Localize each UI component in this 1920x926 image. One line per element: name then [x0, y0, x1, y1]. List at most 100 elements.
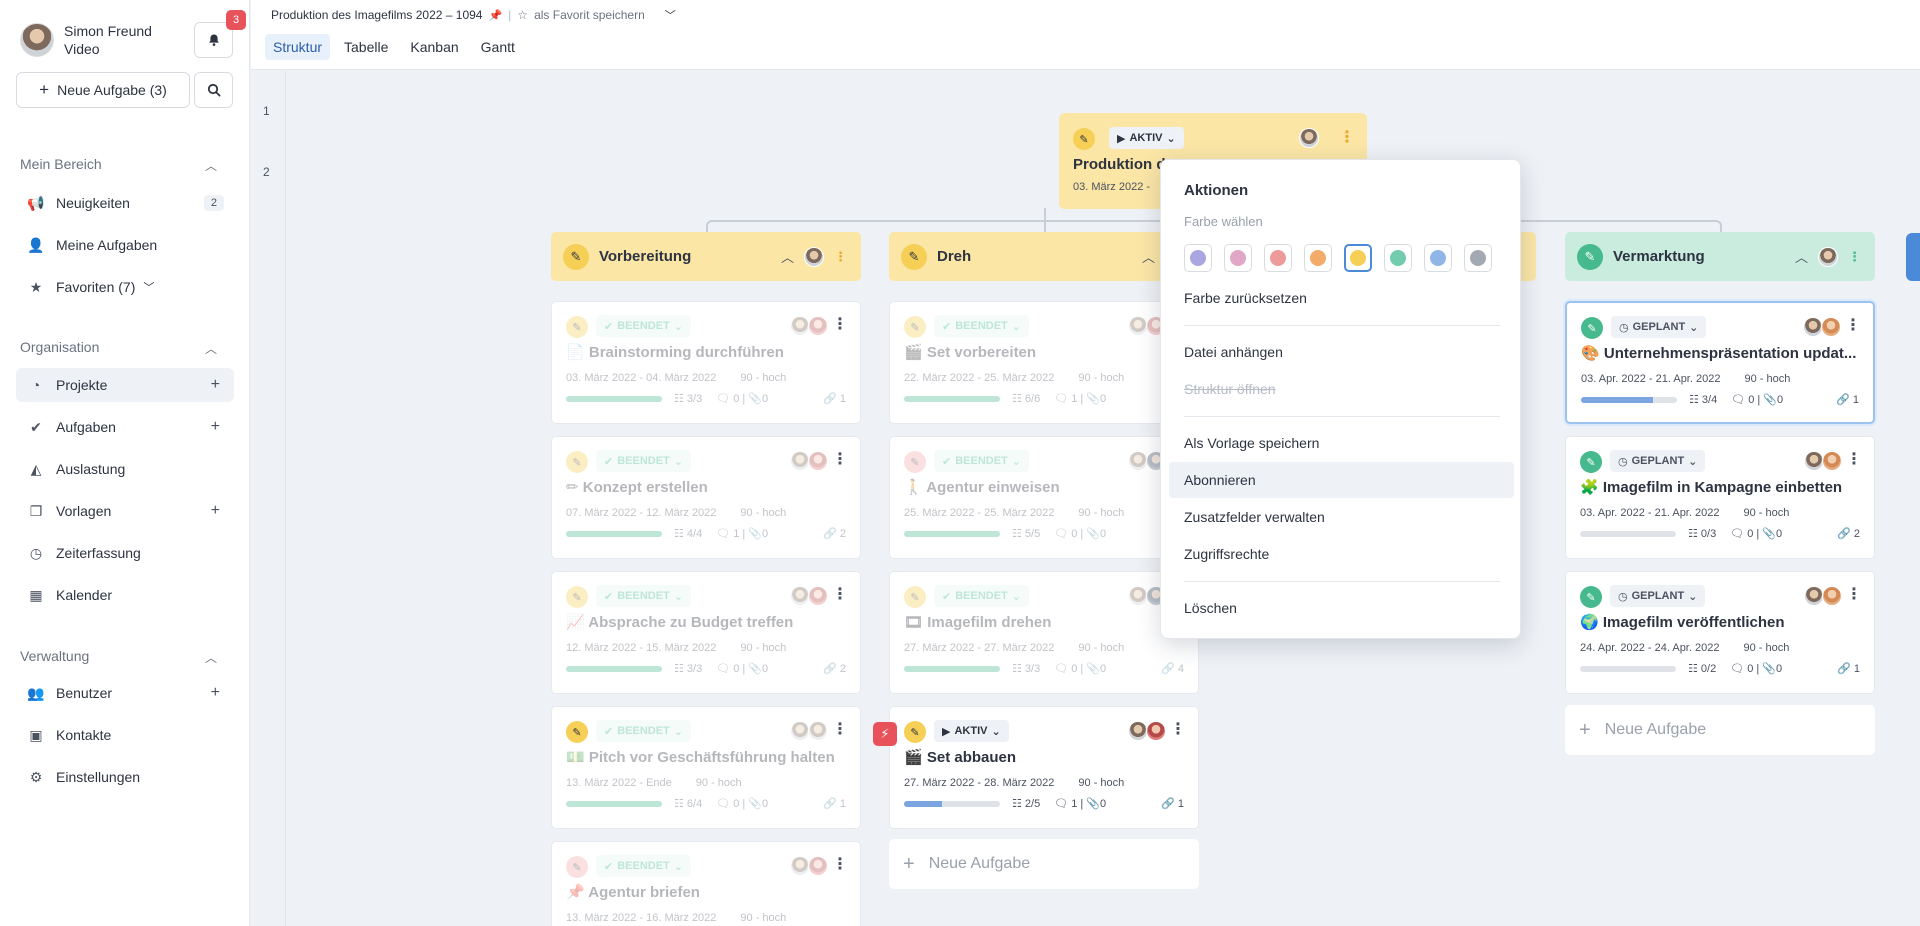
add-template-button[interactable]: +: [211, 502, 220, 520]
more-vertical-icon[interactable]: ⋮: [1845, 315, 1861, 335]
more-vertical-icon[interactable]: ⋮: [834, 249, 847, 265]
chevron-up-icon[interactable]: ︿: [1142, 247, 1155, 266]
pencil-icon[interactable]: ✎: [904, 451, 926, 473]
add-user-button[interactable]: +: [211, 684, 220, 702]
status-dropdown[interactable]: ✔ BEENDET ⌄: [934, 315, 1029, 337]
status-dropdown[interactable]: ✔ BEENDET ⌄: [596, 585, 691, 607]
more-vertical-icon[interactable]: ⋮: [832, 719, 848, 739]
column-header-vermarktung[interactable]: ✎ Vermarktung ︿ ⋮: [1565, 232, 1875, 281]
status-dropdown[interactable]: ◷ GEPLANT ⌄: [1611, 316, 1707, 338]
lightning-icon[interactable]: ⚡: [873, 722, 897, 746]
scroll-indicator[interactable]: [1906, 233, 1920, 281]
sidebar-item-tasks[interactable]: ✔ Aufgaben +: [16, 410, 234, 444]
pencil-icon[interactable]: ✎: [566, 721, 588, 743]
status-dropdown[interactable]: ▶ AKTIV ⌄: [934, 720, 1009, 742]
menu-manage-fields[interactable]: Zusatzfelder verwalten: [1169, 499, 1514, 535]
status-dropdown[interactable]: ✔ BEENDET ⌄: [596, 450, 691, 472]
more-vertical-icon[interactable]: ⋮: [832, 449, 848, 469]
task-card-set-abbauen[interactable]: ✎ ▶ AKTIV ⌄ ⋮ 🎬 Set abbauen 27. März 2022 …: [889, 706, 1199, 829]
chevron-up-icon[interactable]: ︿: [205, 157, 217, 174]
sidebar-item-calendar[interactable]: ▦ Kalender: [16, 578, 234, 612]
status-dropdown[interactable]: ✔ BEENDET ⌄: [596, 720, 691, 742]
sidebar-item-contacts[interactable]: ▣ Kontakte: [16, 718, 234, 752]
task-card-kampagne[interactable]: ✎ ◷ GEPLANT ⌄ ⋮ 🧩 Imagefilm in Kampagne ei…: [1565, 436, 1875, 559]
more-vertical-icon[interactable]: ⋮: [1846, 449, 1862, 469]
chevron-down-icon[interactable]: ﹀: [665, 7, 676, 23]
new-task-button[interactable]: + Neue Aufgabe (3): [16, 72, 190, 108]
more-vertical-icon[interactable]: ⋮: [1339, 127, 1355, 147]
chevron-up-icon[interactable]: ︿: [1795, 247, 1808, 266]
task-card-brainstorming[interactable]: ✎ ✔ BEENDET ⌄ ⋮ 📄 Brainstorming durchführe…: [551, 301, 861, 424]
pencil-icon[interactable]: ✎: [1581, 317, 1603, 339]
chevron-up-icon[interactable]: ︿: [205, 340, 217, 357]
new-task-card-vermarktung[interactable]: + Neue Aufgabe: [1565, 705, 1875, 755]
task-card-agentur-einweisen[interactable]: ✎ ✔ BEENDET ⌄ 🚶 Agentur einweisen 25. März…: [889, 436, 1199, 559]
more-vertical-icon[interactable]: ⋮: [1846, 584, 1862, 604]
pin-icon[interactable]: 📌: [488, 9, 502, 22]
sidebar-item-projects[interactable]: ◔ Projekte +: [16, 368, 234, 402]
menu-subscribe[interactable]: Abonnieren: [1169, 462, 1514, 498]
add-task-button[interactable]: +: [211, 418, 220, 436]
color-swatch[interactable]: [1224, 244, 1252, 272]
pencil-icon[interactable]: ✎: [1073, 128, 1095, 150]
pencil-icon[interactable]: ✎: [904, 721, 926, 743]
new-task-card-dreh[interactable]: + Neue Aufgabe: [889, 839, 1199, 889]
color-swatch[interactable]: [1264, 244, 1292, 272]
sidebar-item-users[interactable]: 👥 Benutzer +: [16, 676, 234, 710]
search-button[interactable]: [194, 72, 233, 108]
pencil-icon[interactable]: ✎: [901, 243, 927, 270]
sidebar-item-favorites[interactable]: ★ Favoriten (7) ﹀: [16, 270, 234, 304]
more-vertical-icon[interactable]: ⋮: [1848, 249, 1861, 265]
color-swatch[interactable]: [1304, 244, 1332, 272]
task-card-set-vorbereiten[interactable]: ✎ ✔ BEENDET ⌄ 🎬 Set vorbereiten 22. März 2…: [889, 301, 1199, 424]
status-dropdown[interactable]: ✔ BEENDET ⌄: [934, 450, 1029, 472]
pencil-icon[interactable]: ✎: [566, 856, 588, 878]
pencil-icon[interactable]: ✎: [566, 586, 588, 608]
color-swatch[interactable]: [1424, 244, 1452, 272]
sidebar-item-my-tasks[interactable]: 👤 Meine Aufgaben: [16, 228, 234, 262]
save-favorite-link[interactable]: als Favorit speichern: [534, 8, 645, 22]
status-dropdown[interactable]: ✔ BEENDET ⌄: [596, 315, 691, 337]
status-dropdown[interactable]: ✔ BEENDET ⌄: [934, 585, 1029, 607]
pencil-icon[interactable]: ✎: [904, 316, 926, 338]
pencil-icon[interactable]: ✎: [566, 316, 588, 338]
favorite-star-icon[interactable]: ☆: [517, 8, 528, 22]
pencil-icon[interactable]: ✎: [904, 586, 926, 608]
task-card-pitch[interactable]: ✎ ✔ BEENDET ⌄ ⋮ 💵 Pitch vor Geschäftsführu…: [551, 706, 861, 829]
task-card-imagefilm-drehen[interactable]: ✎ ✔ BEENDET ⌄ 🎞 Imagefilm drehen 27. März …: [889, 571, 1199, 694]
chevron-up-icon[interactable]: ︿: [205, 649, 217, 666]
pencil-icon[interactable]: ✎: [566, 451, 588, 473]
more-vertical-icon[interactable]: ⋮: [832, 854, 848, 874]
color-swatch[interactable]: [1184, 244, 1212, 272]
tab-tabelle[interactable]: Tabelle: [336, 34, 396, 60]
add-project-button[interactable]: +: [211, 376, 220, 394]
color-swatch[interactable]: [1384, 244, 1412, 272]
pencil-icon[interactable]: ✎: [1580, 586, 1602, 608]
menu-attach-file[interactable]: Datei anhängen: [1169, 334, 1514, 370]
menu-delete[interactable]: Löschen: [1169, 590, 1514, 626]
sidebar-item-time-tracking[interactable]: ◷ Zeiterfassung: [16, 536, 234, 570]
status-dropdown[interactable]: ◷ GEPLANT ⌄: [1610, 585, 1706, 607]
status-dropdown[interactable]: ◷ GEPLANT ⌄: [1610, 450, 1706, 472]
sidebar-item-news[interactable]: 📢 Neuigkeiten 2: [16, 186, 234, 220]
pencil-icon[interactable]: ✎: [1577, 243, 1603, 270]
column-header-dreh[interactable]: ✎ Dreh ︿: [889, 232, 1199, 281]
status-dropdown[interactable]: ✔ BEENDET ⌄: [596, 855, 691, 877]
sidebar-item-settings[interactable]: ⚙ Einstellungen: [16, 760, 234, 794]
column-header-vorbereitung[interactable]: ✎ Vorbereitung ︿ ⋮: [551, 232, 861, 281]
task-card-agentur-briefen[interactable]: ✎ ✔ BEENDET ⌄ ⋮ 📌 Agentur briefen 13. März…: [551, 841, 861, 926]
menu-access-rights[interactable]: Zugriffsrechte: [1169, 536, 1514, 572]
pencil-icon[interactable]: ✎: [563, 243, 589, 270]
chevron-down-icon[interactable]: ﹀: [143, 279, 154, 295]
color-swatch-selected[interactable]: [1344, 244, 1372, 272]
menu-save-template[interactable]: Als Vorlage speichern: [1169, 425, 1514, 461]
user-profile[interactable]: Simon Freund Video: [20, 22, 152, 58]
task-card-unternehmenspraesentation[interactable]: ✎ ◷ GEPLANT ⌄ ⋮ 🎨 Unternehmenspräsentation…: [1565, 301, 1875, 424]
task-card-veroeffentlichen[interactable]: ✎ ◷ GEPLANT ⌄ ⋮ 🌍 Imagefilm veröffentliche…: [1565, 571, 1875, 694]
menu-reset-color[interactable]: Farbe zurücksetzen: [1169, 280, 1514, 316]
task-card-budget[interactable]: ✎ ✔ BEENDET ⌄ ⋮ 📈 Absprache zu Budget tref…: [551, 571, 861, 694]
sidebar-item-workload[interactable]: ◭ Auslastung: [16, 452, 234, 486]
task-card-konzept[interactable]: ✎ ✔ BEENDET ⌄ ⋮ ✏ Konzept erstellen 07. Mä…: [551, 436, 861, 559]
tab-gantt[interactable]: Gantt: [473, 34, 523, 60]
more-vertical-icon[interactable]: ⋮: [832, 584, 848, 604]
